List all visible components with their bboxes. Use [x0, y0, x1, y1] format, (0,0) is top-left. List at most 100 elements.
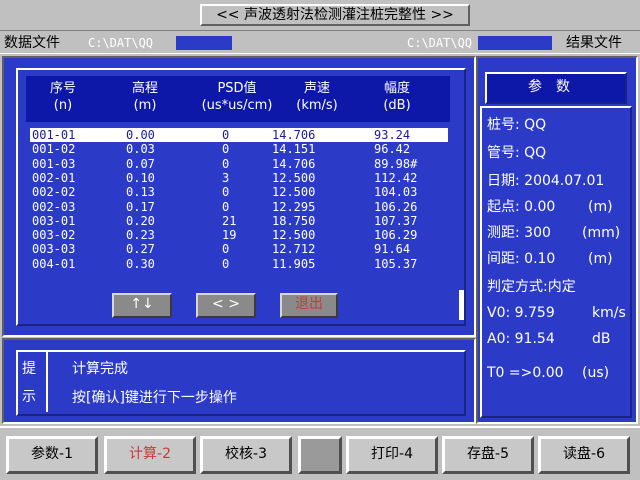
cell-velocity: 12.712: [272, 242, 316, 257]
window-title: << 声波透射法检测灌注桩完整性 >>: [200, 4, 470, 26]
cell-elevation: 0.03: [126, 142, 155, 157]
header-index: 序号 (n): [49, 81, 76, 113]
leftright-button[interactable]: < >: [196, 293, 256, 318]
header-velocity: 声速 (km/s): [296, 81, 338, 113]
prompt-side-label-2: 示: [22, 389, 36, 405]
cell-index: 002-01: [32, 170, 76, 185]
param-judge-method: 判定方式:内定: [487, 279, 576, 295]
cell-index: 004-01: [32, 256, 76, 271]
cell-psd: 0: [222, 156, 230, 171]
exit-button[interactable]: 退出: [280, 293, 338, 318]
cell-elevation: 0.07: [126, 156, 155, 171]
cell-elevation: 0.10: [126, 170, 155, 185]
param-v0-unit: km/s: [592, 305, 626, 321]
table-row[interactable]: 003-02 0.23 19 12.500 106.29: [30, 228, 448, 242]
cell-elevation: 0.13: [126, 185, 155, 200]
cell-amplitude: 112.42: [374, 170, 418, 185]
cell-amplitude: 89.98#: [374, 156, 418, 171]
result-file-label: 结果文件: [566, 35, 622, 51]
cell-velocity: 14.706: [272, 156, 316, 171]
file-bar: 数据文件 C:\DAT\QQ C:\DAT\QQ 结果文件: [0, 30, 640, 54]
table-row[interactable]: 003-01 0.20 21 18.750 107.37: [30, 214, 448, 228]
prompt-divider: [46, 352, 48, 412]
cell-elevation: 0.00: [126, 128, 155, 142]
param-tube-no: 管号: QQ: [487, 145, 547, 161]
table-row[interactable]: 002-01 0.10 3 12.500 112.42: [30, 171, 448, 185]
param-pile-no: 桩号: QQ: [487, 117, 547, 133]
cell-elevation: 0.20: [126, 213, 155, 228]
cell-index: 001-02: [32, 142, 76, 157]
fkey-calculate[interactable]: 计算-2: [104, 436, 196, 474]
cell-index: 003-01: [32, 213, 76, 228]
function-key-bar: 参数-1 计算-2 校核-3 打印-4 存盘-5 读盘-6: [0, 426, 640, 480]
fkey-save[interactable]: 存盘-5: [442, 436, 534, 474]
data-file-field[interactable]: [176, 36, 232, 50]
param-v0: V0: 9.759: [487, 305, 555, 321]
prompt-message: 计算完成: [72, 361, 128, 377]
param-date: 日期: 2004.07.01: [487, 173, 605, 189]
cell-amplitude: 91.64: [374, 242, 411, 257]
param-interval-unit: (m): [588, 251, 613, 267]
table-row[interactable]: 001-01 0.00 0 14.706 93.24: [30, 128, 448, 142]
cell-psd: 0: [222, 242, 230, 257]
cell-velocity: 12.500: [272, 228, 316, 243]
param-t0-unit: (us): [582, 365, 610, 381]
cell-elevation: 0.27: [126, 242, 155, 257]
prompt-instruction: 按[确认]键进行下一步操作: [72, 390, 237, 406]
cell-velocity: 14.706: [272, 128, 316, 142]
cell-psd: 0: [222, 142, 230, 157]
table-row[interactable]: 001-02 0.03 0 14.151 96.42: [30, 142, 448, 156]
fkey-params[interactable]: 参数-1: [6, 436, 98, 474]
cell-psd: 19: [222, 228, 237, 243]
cell-velocity: 12.295: [272, 199, 316, 214]
table-row[interactable]: 001-03 0.07 0 14.706 89.98#: [30, 157, 448, 171]
param-spacing-unit: (mm): [582, 225, 621, 241]
fkey-check[interactable]: 校核-3: [200, 436, 292, 474]
cell-index: 001-03: [32, 156, 76, 171]
cell-index: 003-03: [32, 242, 76, 257]
cell-amplitude: 96.42: [374, 142, 411, 157]
param-start: 起点: 0.00: [487, 199, 556, 215]
data-file-label: 数据文件: [4, 35, 60, 51]
cell-amplitude: 106.29: [374, 228, 418, 243]
fkey-print[interactable]: 打印-4: [346, 436, 438, 474]
cell-amplitude: 105.37: [374, 256, 418, 271]
table-row[interactable]: 002-03 0.17 0 12.295 106.26: [30, 200, 448, 214]
cell-amplitude: 106.26: [374, 199, 418, 214]
param-spacing: 测距: 300: [487, 225, 551, 241]
cell-index: 002-03: [32, 199, 76, 214]
cell-psd: 0: [222, 128, 230, 142]
cell-velocity: 14.151: [272, 142, 316, 157]
updown-button[interactable]: ↑↓: [112, 293, 172, 318]
cell-velocity: 12.500: [272, 185, 316, 200]
scrollbar-thumb[interactable]: [459, 290, 464, 320]
header-amplitude: 幅度 (dB): [383, 81, 411, 113]
cell-amplitude: 107.37: [374, 213, 418, 228]
cell-psd: 0: [222, 185, 230, 200]
cell-elevation: 0.30: [126, 256, 155, 271]
param-interval: 间距: 0.10: [487, 251, 556, 267]
result-file-field[interactable]: [478, 36, 552, 50]
cell-velocity: 11.905: [272, 256, 316, 271]
cell-amplitude: 93.24: [374, 128, 411, 142]
fkey-load[interactable]: 读盘-6: [538, 436, 630, 474]
header-elevation: 高程 (m): [131, 81, 158, 113]
cell-velocity: 18.750: [272, 213, 316, 228]
table-row[interactable]: 002-02 0.13 0 12.500 104.03: [30, 185, 448, 199]
cell-psd: 0: [222, 256, 230, 271]
cell-psd: 0: [222, 199, 230, 214]
table-row[interactable]: 003-03 0.27 0 12.712 91.64: [30, 242, 448, 256]
cell-index: 002-02: [32, 185, 76, 200]
params-title: 参数: [485, 72, 627, 104]
param-a0: A0: 91.54: [487, 331, 555, 347]
param-t0: T0 =>0.00: [487, 365, 564, 381]
cell-elevation: 0.17: [126, 199, 155, 214]
cell-velocity: 12.500: [272, 170, 316, 185]
title-bar: << 声波透射法检测灌注桩完整性 >>: [0, 0, 640, 30]
prompt-side-label-1: 提: [22, 361, 36, 377]
fkey-blank: [298, 436, 342, 474]
table-row[interactable]: 004-01 0.30 0 11.905 105.37: [30, 257, 448, 271]
cell-psd: 21: [222, 213, 237, 228]
cell-index: 003-02: [32, 228, 76, 243]
result-file-path: C:\DAT\QQ: [407, 36, 473, 50]
